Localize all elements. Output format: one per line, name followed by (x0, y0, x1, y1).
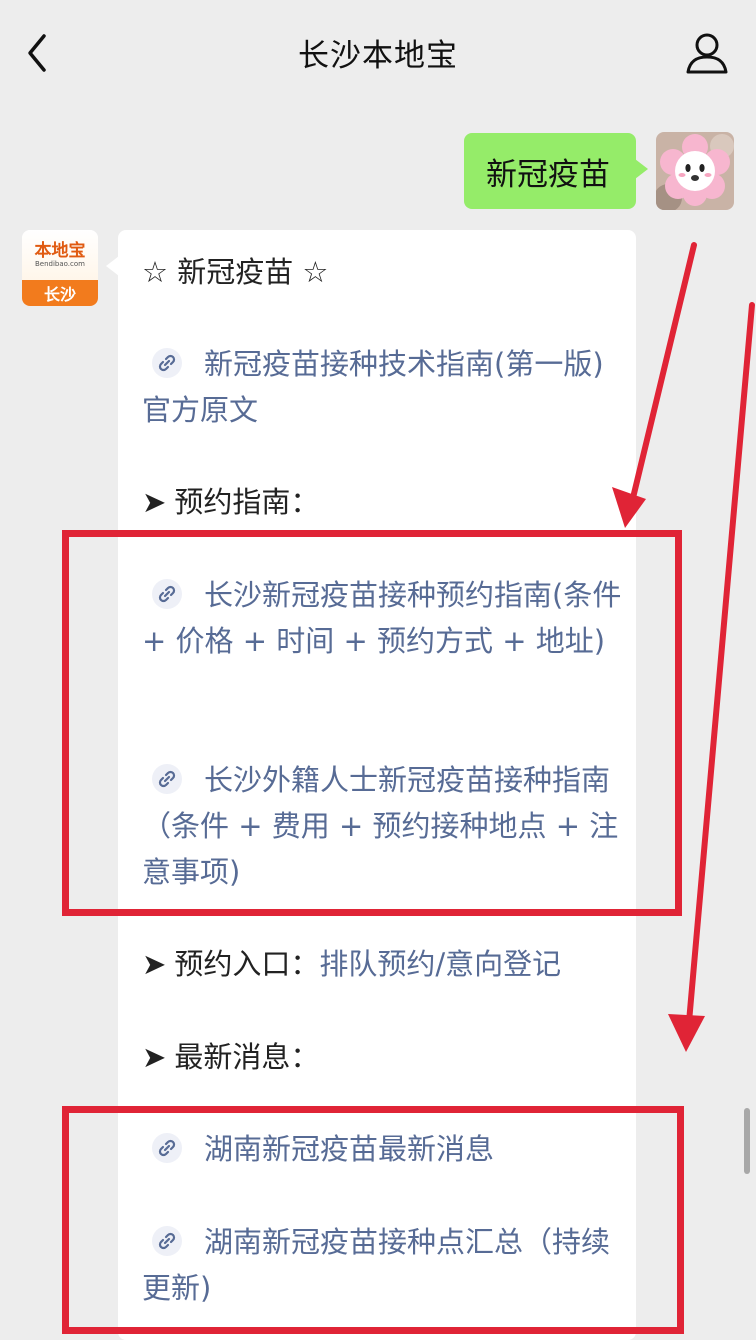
annotation-arrow-right (686, 302, 755, 1025)
bullet-arrow-icon: ➤ (142, 485, 167, 519)
outgoing-message[interactable]: 新冠疫苗 (464, 133, 648, 209)
logo-city: 长沙 (22, 280, 98, 306)
message-heading: ☆ 新冠疫苗 ☆ (142, 255, 329, 289)
intent-register-link[interactable]: 意向登记 (445, 947, 561, 981)
flower-avatar-icon (656, 132, 734, 210)
annotation-box-latest-news (62, 1106, 684, 1334)
chat-title: 长沙本地宝 (298, 38, 458, 74)
outgoing-message-text: 新冠疫苗 (486, 156, 610, 193)
section-guide-text: 预约指南： (174, 485, 320, 519)
link-icon (152, 348, 182, 378)
section-news-text: 最新消息： (174, 1040, 320, 1074)
queue-booking-link[interactable]: 排队预约 (319, 947, 435, 981)
person-icon (686, 33, 728, 74)
logo-text: 本地宝 (34, 240, 86, 261)
bendibao-logo: 本地宝 Bendibao.com (22, 230, 98, 280)
bullet-arrow-icon: ➤ (142, 1040, 167, 1074)
bendibao-avatar[interactable]: 本地宝 Bendibao.com 长沙 (22, 230, 98, 306)
annotation-box-booking-guides (62, 530, 682, 916)
booking-entry-label: 预约入口： (174, 947, 320, 981)
annotation-arrow-left (629, 242, 697, 505)
section-news: ➤ 最新消息： (142, 1034, 622, 1080)
scrollbar[interactable] (744, 1108, 750, 1174)
logo-subtext: Bendibao.com (34, 259, 85, 268)
section-guide: ➤ 预约指南： (142, 479, 622, 525)
user-avatar[interactable] (656, 132, 734, 210)
nav-bar: 长沙本地宝 (0, 0, 756, 105)
link-tech-guide[interactable]: 新冠疫苗接种技术指南(第一版)官方原文 (142, 341, 622, 433)
bullet-arrow-icon: ➤ (142, 947, 167, 981)
profile-button[interactable] (684, 30, 730, 76)
booking-entry: ➤ 预约入口：排队预约/意向登记 (142, 941, 622, 987)
entry-separator: / (435, 947, 446, 981)
link-tech-guide-text: 新冠疫苗接种技术指南(第一版)官方原文 (142, 347, 604, 427)
